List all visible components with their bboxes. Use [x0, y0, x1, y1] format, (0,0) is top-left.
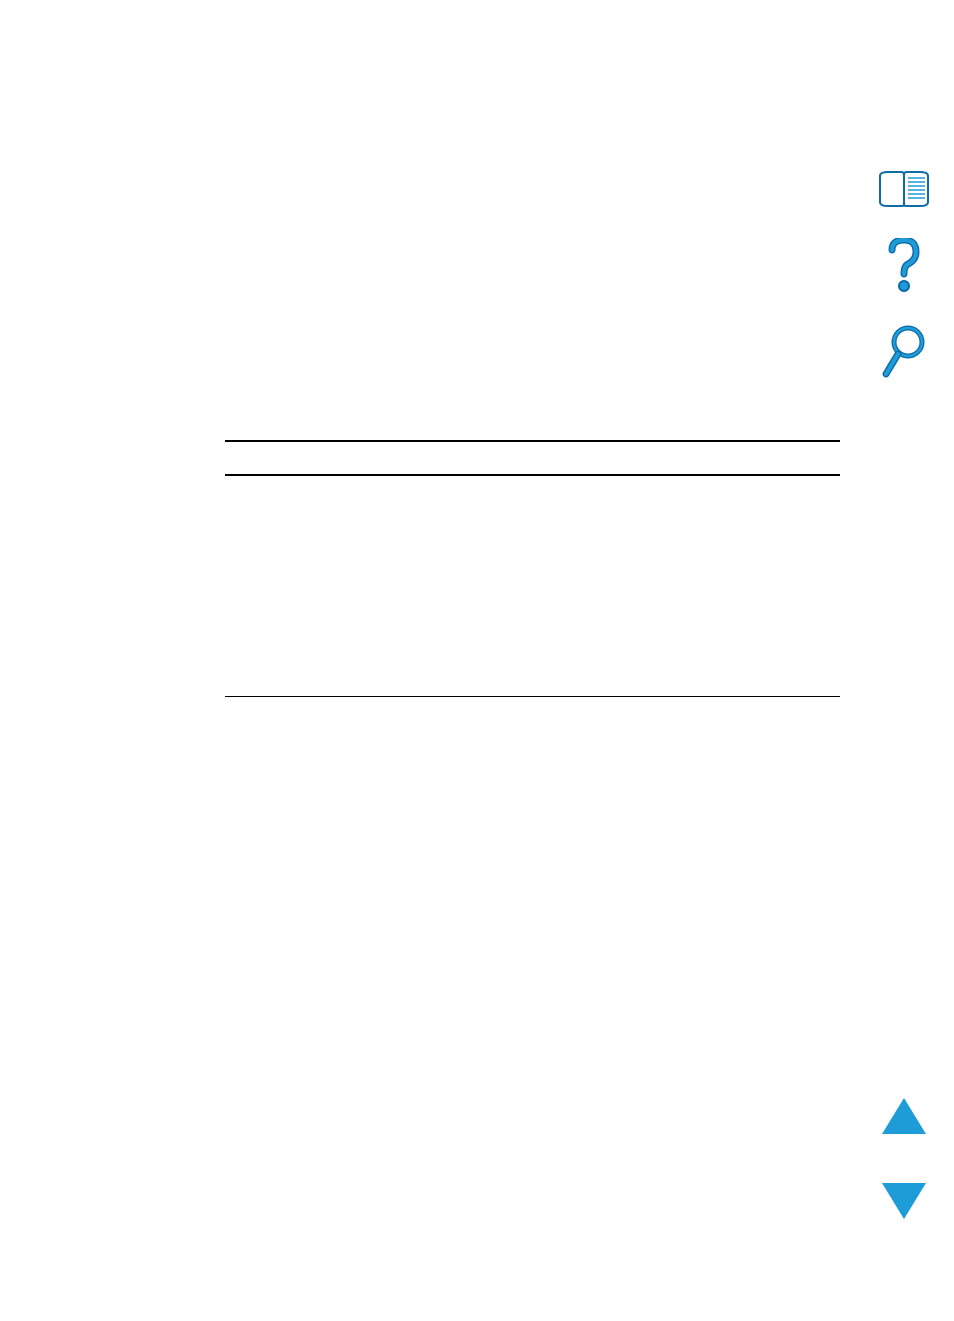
- help-icon[interactable]: [886, 238, 922, 294]
- nav-arrows: [874, 1096, 934, 1221]
- search-icon[interactable]: [882, 324, 926, 380]
- page-up-button[interactable]: [880, 1096, 928, 1136]
- rule-thin: [225, 696, 840, 697]
- page-down-button[interactable]: [880, 1181, 928, 1221]
- sidebar: [874, 170, 934, 380]
- content-area: [225, 440, 840, 697]
- book-icon[interactable]: [878, 170, 930, 208]
